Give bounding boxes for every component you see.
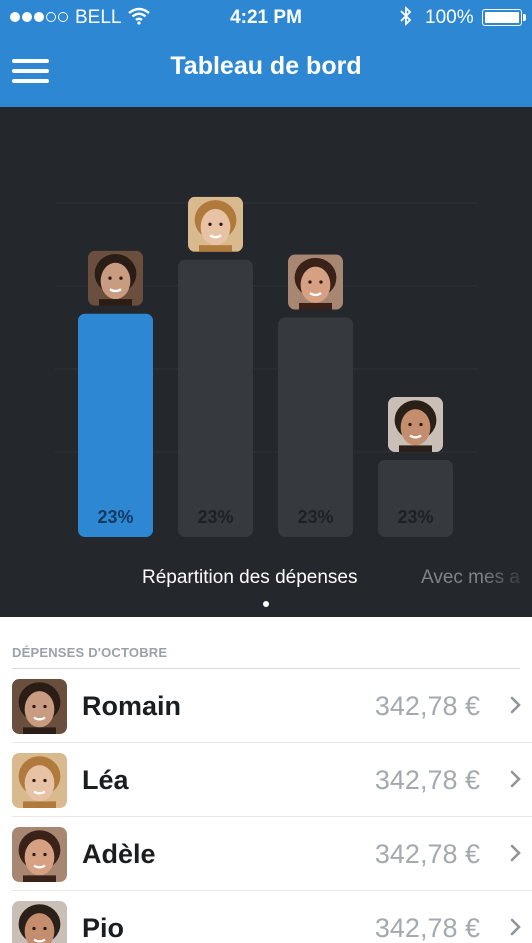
list-item[interactable]: Pio 342,78 € bbox=[12, 891, 532, 943]
chevron-right-icon bbox=[510, 695, 522, 715]
person-name: Léa bbox=[82, 765, 129, 795]
avatar-face bbox=[12, 901, 67, 943]
battery-icon bbox=[482, 9, 526, 26]
list-item[interactable]: Léa 342,78 € bbox=[12, 743, 532, 817]
avatar-face bbox=[12, 753, 67, 808]
chevron-right-icon bbox=[510, 917, 522, 937]
avatar-face bbox=[12, 827, 67, 882]
expense-amount: 342,78 € bbox=[374, 913, 480, 943]
avatar-romain bbox=[88, 250, 143, 306]
bar-value-label: 23% bbox=[97, 507, 133, 527]
person-name: Romain bbox=[82, 691, 182, 721]
status-bar: BELL 4:21 PM 100% bbox=[0, 0, 532, 36]
battery-percent: 100% bbox=[425, 7, 474, 28]
avatar bbox=[12, 827, 67, 882]
chart-caption: Répartition des dépenses bbox=[142, 567, 358, 588]
expense-list: Romain 342,78 € Léa 342,78 € Adèle 342,78 € Pi… bbox=[0, 669, 532, 943]
avatar-léa bbox=[188, 196, 243, 252]
chevron-right-icon bbox=[510, 769, 522, 789]
expense-amount: 342,78 € bbox=[374, 691, 480, 721]
expense-chart[interactable]: 23% 23% 23% 23% Répartition des dépenses Av… bbox=[0, 107, 532, 617]
page-indicator-dot bbox=[263, 601, 269, 607]
bar-adèle[interactable] bbox=[278, 317, 353, 537]
list-item[interactable]: Adèle 342,78 € bbox=[12, 817, 532, 891]
bar-romain[interactable] bbox=[78, 313, 153, 537]
bar-value-label: 23% bbox=[297, 507, 333, 527]
avatar bbox=[12, 753, 67, 808]
avatar bbox=[12, 901, 67, 943]
chevron-right-icon bbox=[510, 843, 522, 863]
bar-léa[interactable] bbox=[178, 259, 253, 537]
page-title: Tableau de bord bbox=[170, 52, 362, 80]
avatar-pio bbox=[388, 397, 443, 452]
list-item[interactable]: Romain 342,78 € bbox=[12, 669, 532, 743]
section-title: DÉPENSES D'OCTOBRE bbox=[12, 645, 168, 660]
person-name: Pio bbox=[82, 913, 125, 943]
person-name: Adèle bbox=[82, 839, 156, 869]
app-header: BELL 4:21 PM 100% Tableau de bord bbox=[0, 0, 532, 107]
bar-value-label: 23% bbox=[397, 507, 433, 527]
expense-amount: 342,78 € bbox=[374, 839, 480, 869]
avatar-face bbox=[12, 679, 67, 734]
expense-amount: 342,78 € bbox=[374, 765, 480, 795]
bar-value-label: 23% bbox=[197, 507, 233, 527]
bar-chart: 23% 23% 23% 23% bbox=[55, 196, 477, 537]
avatar-adèle bbox=[288, 254, 343, 310]
bluetooth-icon bbox=[400, 5, 412, 31]
avatar bbox=[12, 679, 67, 734]
